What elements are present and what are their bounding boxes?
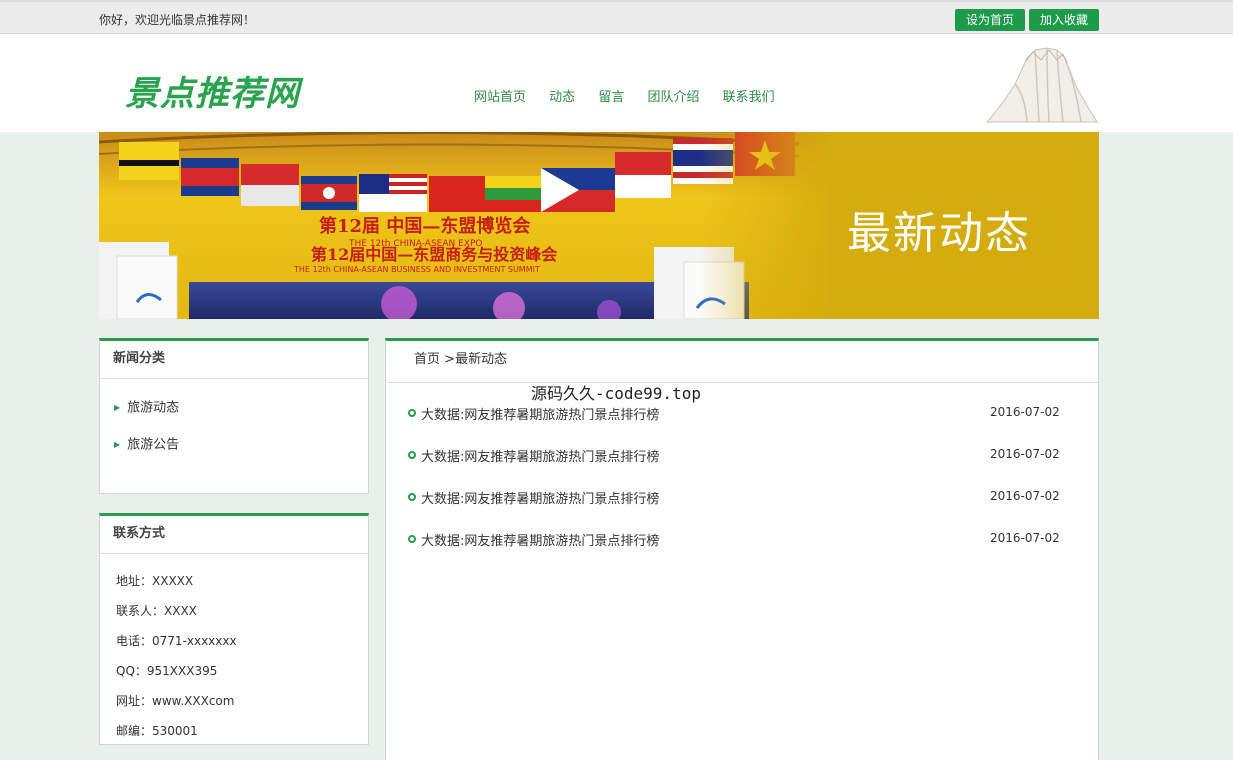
arrow-right-icon: ▶	[114, 440, 121, 449]
contact-rows: 地址：XXXXX 联系人：XXXX 电话：0771-xxxxxxx QQ：951…	[100, 554, 368, 746]
news-date: 2016-07-02	[990, 489, 1060, 503]
landmark-building-image	[985, 47, 1098, 123]
contact-address: 地址：XXXXX	[116, 574, 194, 588]
top-bar: 你好，欢迎光临景点推荐网！ 设为首页 加入收藏	[0, 0, 1233, 34]
bullet-circle-icon	[408, 451, 416, 459]
nav-item-news[interactable]: 动态	[549, 86, 575, 105]
welcome-text: 你好，欢迎光临景点推荐网！	[99, 13, 256, 27]
expo-text-line4: THE 12th CHINA-ASEAN BUSINESS AND INVEST…	[293, 265, 540, 274]
nav-item-home[interactable]: 网站首页	[474, 86, 526, 105]
add-favorite-button[interactable]: 加入收藏	[1029, 9, 1099, 31]
category-label: 旅游动态	[127, 400, 180, 416]
contact-title: 联系方式	[100, 516, 368, 554]
news-list-panel: 首页 >最新动态 大数据:网友推荐暑期旅游热门景点排行榜 2016-07-02 大…	[385, 338, 1099, 760]
set-homepage-button[interactable]: 设为首页	[955, 9, 1025, 31]
news-date: 2016-07-02	[990, 531, 1060, 545]
news-list: 大数据:网友推荐暑期旅游热门景点排行榜 2016-07-02 大数据:网友推荐暑期…	[386, 383, 1098, 573]
news-title[interactable]: 大数据:网友推荐暑期旅游热门景点排行榜	[421, 530, 659, 549]
expo-text-line1: 第12届 中国—东盟博览会	[319, 215, 530, 237]
breadcrumb-separator: >	[444, 352, 456, 367]
site-header: 景点推荐网 网站首页 动态 留言 团队介绍 联系我们	[0, 34, 1233, 132]
news-date: 2016-07-02	[990, 447, 1060, 461]
news-item[interactable]: 大数据:网友推荐暑期旅游热门景点排行榜 2016-07-02	[408, 531, 1098, 573]
category-label: 旅游公告	[127, 437, 180, 453]
bullet-circle-icon	[408, 409, 416, 417]
arrow-right-icon: ▶	[114, 403, 121, 412]
breadcrumb: 首页 >最新动态	[386, 341, 1098, 383]
site-logo[interactable]: 景点推荐网	[125, 66, 300, 115]
news-category-panel: 新闻分类 ▶ 旅游动态 ▶ 旅游公告	[99, 338, 369, 494]
category-item-travel-notice[interactable]: ▶ 旅游公告	[114, 430, 368, 467]
news-title[interactable]: 大数据:网友推荐暑期旅游热门景点排行榜	[421, 404, 659, 423]
banner: 第12届 中国—东盟博览会 THE 12th CHINA-ASEAN EXPO …	[99, 132, 1099, 319]
category-item-travel-news[interactable]: ▶ 旅游动态	[114, 393, 368, 430]
nav-item-message[interactable]: 留言	[598, 86, 624, 105]
news-date: 2016-07-02	[990, 405, 1060, 419]
bullet-circle-icon	[408, 535, 416, 543]
contact-person: 联系人：XXXX	[116, 604, 197, 618]
contact-website: 网址：www.XXXcom	[116, 694, 235, 708]
banner-title: 最新动态	[847, 208, 1031, 259]
news-item[interactable]: 大数据:网友推荐暑期旅游热门景点排行榜 2016-07-02	[408, 405, 1098, 447]
news-item[interactable]: 大数据:网友推荐暑期旅游热门景点排行榜 2016-07-02	[408, 489, 1098, 531]
news-item[interactable]: 大数据:网友推荐暑期旅游热门景点排行榜 2016-07-02	[408, 447, 1098, 489]
bullet-circle-icon	[408, 493, 416, 501]
nav-item-contact[interactable]: 联系我们	[723, 86, 775, 105]
breadcrumb-current: 最新动态	[455, 352, 508, 367]
news-title[interactable]: 大数据:网友推荐暑期旅游热门景点排行榜	[421, 446, 659, 465]
news-category-title: 新闻分类	[100, 341, 368, 379]
contact-phone: 电话：0771-xxxxxxx	[116, 634, 237, 648]
contact-panel: 联系方式 地址：XXXXX 联系人：XXXX 电话：0771-xxxxxxx Q…	[99, 513, 369, 745]
contact-qq: QQ：951XXX395	[116, 664, 218, 678]
breadcrumb-home[interactable]: 首页	[414, 352, 440, 367]
main-nav: 网站首页 动态 留言 团队介绍 联系我们	[474, 86, 794, 105]
news-category-list: ▶ 旅游动态 ▶ 旅游公告	[100, 379, 368, 467]
nav-item-team[interactable]: 团队介绍	[647, 86, 699, 105]
contact-postcode: 邮编：530001	[116, 724, 198, 738]
news-title[interactable]: 大数据:网友推荐暑期旅游热门景点排行榜	[421, 488, 659, 507]
watermark-text: 源码久久-code99.top	[531, 384, 701, 403]
expo-text-line3: 第12届中国—东盟商务与投资峰会	[311, 245, 557, 264]
